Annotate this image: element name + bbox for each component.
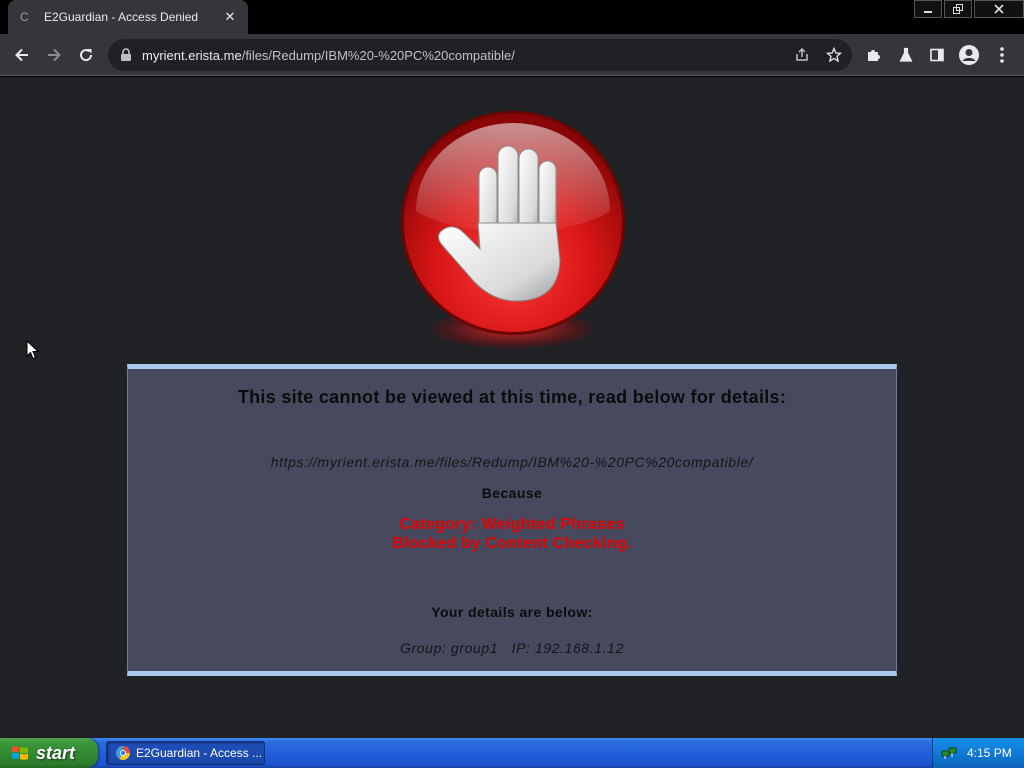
because-label: Because [481,485,543,501]
system-clock[interactable]: 4:15 PM [967,746,1012,760]
block-reason-detail: Blocked by Content Checking. [392,535,632,552]
restore-icon [953,4,963,14]
minimize-button[interactable] [914,0,942,18]
windows-flag-icon [12,746,28,760]
share-icon [796,47,808,61]
extensions-button[interactable] [860,41,888,69]
browser-app-icon [116,746,130,760]
side-panel-button[interactable] [923,41,951,69]
minimize-icon [924,11,932,13]
lock-icon[interactable] [120,48,132,62]
loading-spinner-icon: C [20,10,29,24]
start-label: start [36,742,76,763]
reload-button[interactable] [72,41,100,69]
block-heading: This site cannot be viewed at this time,… [237,387,787,407]
side-panel-icon [930,48,944,62]
blocked-url: https://myrient.erista.me/files/Redump/I… [270,454,754,470]
back-button[interactable] [8,41,36,69]
tab-title: E2Guardian - Access Denied [44,10,199,24]
forward-arrow-icon [48,48,61,62]
mouse-cursor-icon [26,340,40,360]
bookmark-button[interactable] [824,45,844,65]
avatar-icon [959,45,979,65]
tab-strip: C E2Guardian - Access Denied ✕ [0,0,1024,34]
taskbar-window-button[interactable]: E2Guardian - Access ... [106,741,265,765]
labs-button[interactable] [892,41,920,69]
reload-icon [80,49,93,62]
details-heading: Your details are below: [431,604,593,620]
taskbar: start E2Guardian - Access ... 4:15 PM [0,738,1024,768]
block-reason-category: Category: Weighted Phrases [399,516,625,533]
window-controls [912,0,1024,18]
tab-close-button[interactable]: ✕ [222,9,238,25]
address-bar[interactable]: myrient.erista.me/files/Redump/IBM%20-%2… [108,39,852,71]
menu-button[interactable] [988,41,1016,69]
stop-hand-icon [401,111,625,335]
url-text: myrient.erista.me/files/Redump/IBM%20-%2… [142,48,515,63]
restore-button[interactable] [944,0,972,18]
url-host: myrient.erista.me [142,47,242,63]
flask-icon [899,47,913,62]
block-message-panel: This site cannot be viewed at this time,… [127,364,897,676]
user-details: Group: group1 IP: 192.168.1.12 [400,640,624,656]
profile-button[interactable] [955,41,983,69]
star-icon [826,47,842,63]
page-content: This site cannot be viewed at this time,… [0,77,1024,738]
taskbar-window-label: E2Guardian - Access ... [136,746,263,760]
puzzle-icon [868,50,880,61]
start-button[interactable]: start [0,738,98,768]
forward-button[interactable] [40,41,68,69]
share-button[interactable] [792,45,812,65]
close-icon [994,4,1004,14]
back-arrow-icon [15,48,28,62]
browser-toolbar: myrient.erista.me/files/Redump/IBM%20-%2… [0,34,1024,76]
system-tray: 4:15 PM [932,738,1024,768]
tab-e2guardian[interactable]: C E2Guardian - Access Denied ✕ [8,0,248,34]
window-close-button[interactable] [974,0,1024,18]
kebab-menu-icon [1000,47,1004,63]
network-icon[interactable] [941,745,957,761]
url-path: /files/Redump/IBM%20-%20PC%20compatible/ [241,47,515,63]
